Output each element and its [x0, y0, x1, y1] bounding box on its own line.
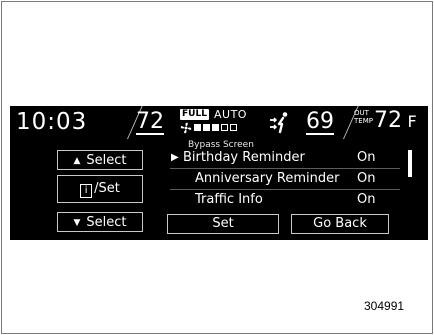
temp-underline: [136, 133, 164, 135]
select-down-button[interactable]: ▼ Select: [57, 212, 143, 232]
fan-level-bar: [212, 124, 219, 131]
fan-full-badge: FULL: [180, 109, 209, 120]
degree-symbol: °: [402, 106, 408, 113]
airflow-mode-icon: [270, 112, 288, 134]
temp-unit: F: [407, 112, 417, 131]
temp-underline: [306, 133, 334, 135]
fan-status: FULL AUTO: [180, 108, 262, 135]
driver-temp: 72: [136, 109, 164, 135]
fan-icon: [180, 122, 192, 134]
row-divider: [170, 168, 400, 169]
list-item-label: Birthday Reminder: [183, 150, 305, 165]
list-item-label: Traffic Info: [195, 192, 263, 207]
passenger-temp: 69: [306, 109, 334, 135]
display-screen: 10:03 72 FULL AUTO 69 OUT TEMP 72°F ▲ Se…: [10, 106, 428, 240]
outside-temp: 72°F: [374, 106, 417, 133]
list-item-value: On: [357, 150, 376, 165]
figure-code: 304991: [364, 299, 405, 313]
fan-level-bar: [221, 124, 228, 131]
list-item[interactable]: Anniversary Reminder On: [171, 170, 397, 188]
list-item-label: Anniversary Reminder: [195, 171, 340, 186]
clock: 10:03: [16, 109, 88, 135]
outside-temp-label: OUT TEMP: [354, 109, 373, 125]
up-triangle-icon: ▲: [73, 156, 81, 166]
status-bar: 10:03 72 FULL AUTO 69 OUT TEMP 72°F: [10, 106, 428, 139]
set-button[interactable]: Set: [167, 214, 279, 234]
list-item[interactable]: ▶ Birthday Reminder On: [171, 149, 397, 167]
figure-frame: 10:03 72 FULL AUTO 69 OUT TEMP 72°F ▲ Se…: [1, 1, 433, 334]
list-item-value: On: [357, 171, 376, 186]
row-divider: [170, 189, 400, 190]
info-icon: i: [80, 184, 93, 198]
list-item[interactable]: Traffic Info On: [171, 191, 397, 209]
list-item-value: On: [357, 192, 376, 207]
info-set-button[interactable]: i/Set: [57, 175, 143, 203]
go-back-button[interactable]: Go Back: [291, 214, 389, 234]
down-triangle-icon: ▼: [73, 218, 81, 228]
select-up-button[interactable]: ▲ Select: [57, 150, 143, 170]
fan-level-bar: [230, 124, 237, 131]
selection-arrow-icon: ▶: [171, 152, 179, 163]
scrollbar-thumb[interactable]: [408, 150, 412, 177]
mode-label: AUTO: [214, 108, 247, 121]
fan-level-bar: [203, 124, 210, 131]
fan-level-bar: [194, 124, 201, 131]
